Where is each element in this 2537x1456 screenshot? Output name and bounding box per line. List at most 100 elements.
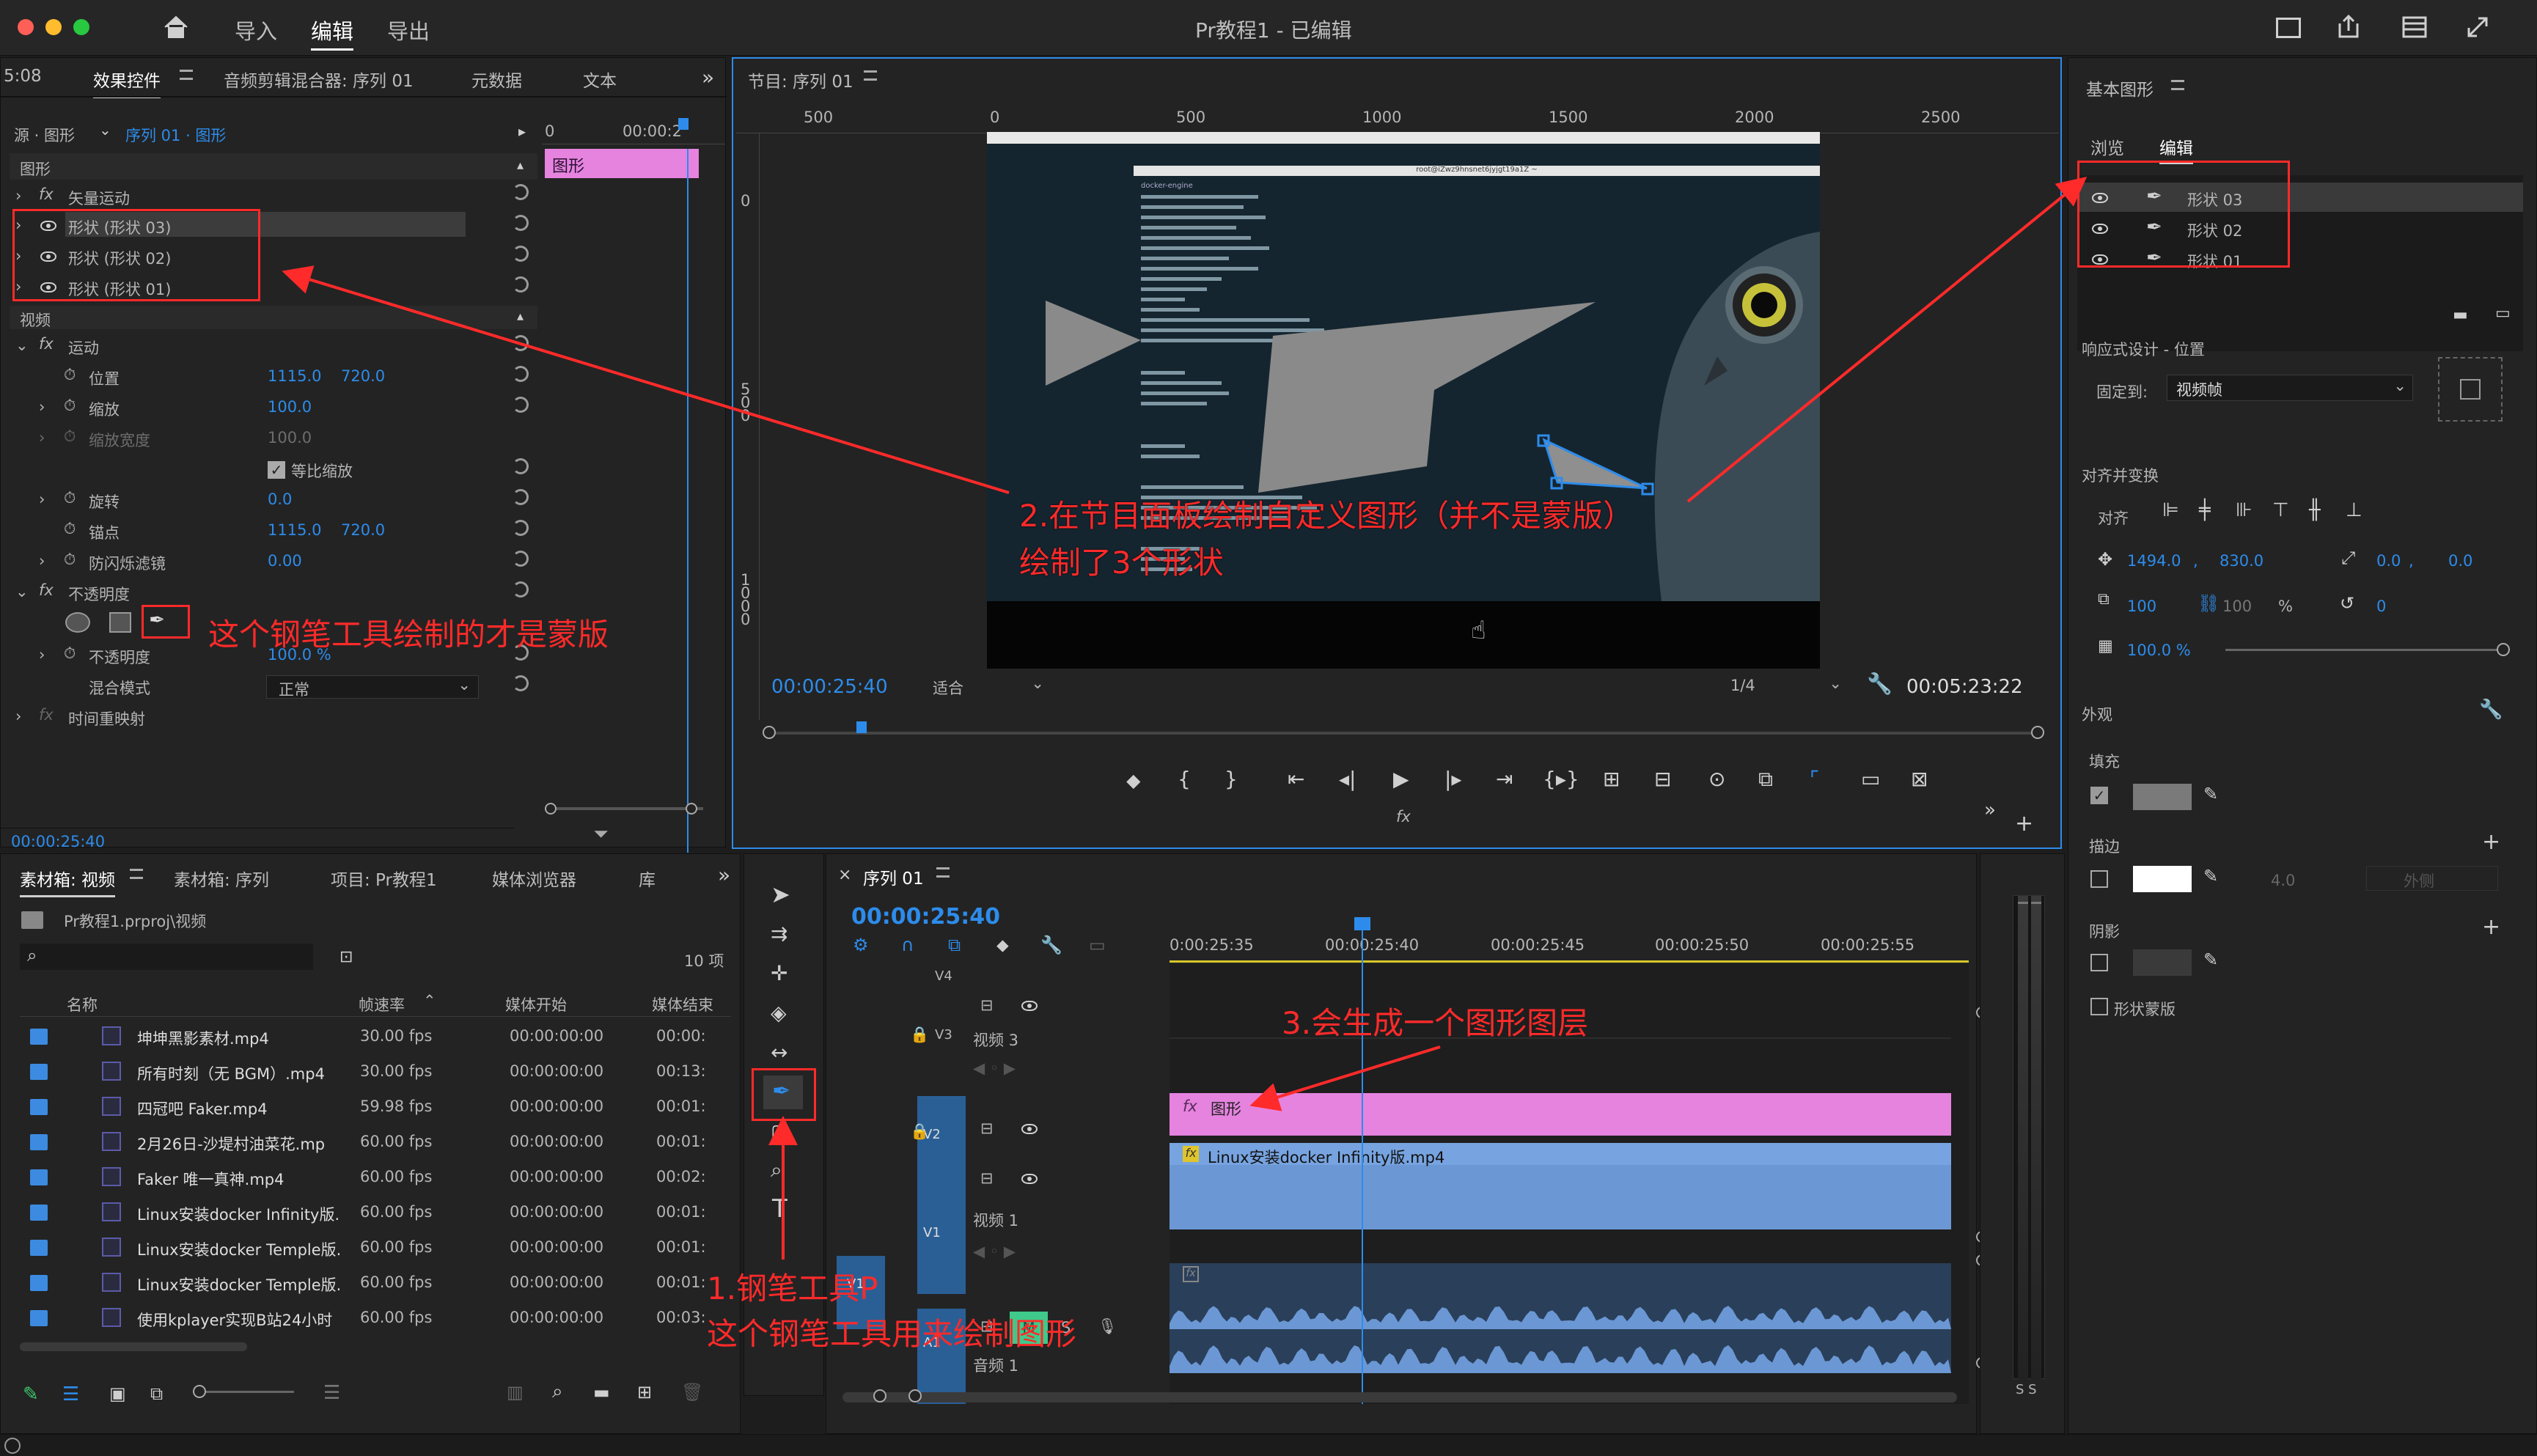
pencil-icon[interactable]: ✎ [23,1383,39,1405]
table-row[interactable]: 使用kplayer实现B站24小时 60.00 fps 00:00:00:00 00:… [20,1301,731,1334]
align-bottom-icon[interactable]: ⊥ [2346,499,2362,521]
rotation-value[interactable]: 0.0 [268,490,292,508]
blend-mode-select[interactable]: 正常 ⌄ [266,675,479,699]
captions-icon[interactable]: ▭ [1089,935,1106,955]
new-search-bin-icon[interactable]: ⊡ [339,948,353,966]
menu-edit[interactable]: 编辑 [311,15,354,51]
tab-browse[interactable]: 浏览 [2090,134,2124,159]
sort-icon[interactable]: ☰ [323,1382,340,1404]
stroke-color-swatch[interactable] [2133,866,2192,892]
table-row[interactable]: 四冠吧 Faker.mp4 59.98 fps 00:00:00:00 00:01: [20,1090,731,1122]
track-select-tool-icon[interactable]: ⇉ [771,922,787,946]
fill-color-swatch[interactable] [2133,784,2192,810]
stopwatch-icon[interactable]: ⏱ [64,644,76,663]
stopwatch-icon[interactable]: ⏱ [64,489,76,507]
shadow-checkbox[interactable] [2090,954,2108,971]
creative-cloud-icon[interactable] [4,1438,21,1454]
label-color-icon[interactable] [30,1099,48,1115]
minimize-window-button[interactable] [45,19,62,35]
project-scrollbar[interactable] [20,1342,247,1351]
column-media-end[interactable]: 媒体结束 [652,993,713,1015]
tab-metadata[interactable]: 元数据 [471,67,522,92]
panel-menu-icon[interactable] [130,869,143,879]
step-back-icon[interactable]: ◂| [1339,767,1356,791]
label-color-icon[interactable] [30,1064,48,1080]
add-marker-icon[interactable]: ⬥ [1126,768,1141,793]
reset-icon[interactable] [513,184,529,200]
list-view-icon[interactable]: ☰ [62,1383,79,1405]
freeform-view-icon[interactable]: ⧉ [150,1383,163,1404]
slip-tool-icon[interactable]: ↔ [771,1040,787,1065]
reset-icon[interactable] [513,520,529,536]
eye-icon[interactable] [1021,1174,1038,1184]
more-tabs-icon[interactable]: » [718,863,730,887]
eyedropper-icon[interactable]: ✎ [2203,866,2218,886]
eye-icon[interactable] [1021,1001,1038,1011]
new-layer-icon[interactable]: ▭ [2495,304,2511,323]
tab-project[interactable]: 项目: Pr教程1 [331,866,437,891]
project-search-input[interactable]: ⌕ [20,944,313,970]
shape-mask-checkbox[interactable] [2090,998,2108,1015]
more-buttons-icon[interactable]: » [1984,799,1996,821]
timeline-timecode[interactable]: 00:00:25:40 [851,904,1000,930]
align-top-icon[interactable]: ⊤ [2272,499,2289,521]
mark-in-icon[interactable]: { [1178,767,1191,791]
snap-icon[interactable]: ⚙ [853,935,869,955]
wrench-icon[interactable]: 🔧 [1040,935,1062,955]
timeline-playhead[interactable] [1362,923,1363,1404]
align-middle-icon[interactable]: ╫ [2309,499,2321,521]
filter-icon[interactable]: ⏷ [593,823,609,846]
razor-tool-icon[interactable]: ◈ [771,1001,787,1025]
hand-tool-icon[interactable]: ⌕ [771,1158,782,1183]
mini-timeline-ruler[interactable]: 0 00:00:2 [542,115,725,144]
column-media-start[interactable]: 媒体开始 [505,993,567,1015]
go-to-out-icon[interactable]: ⇥ [1496,767,1513,791]
flicker-value[interactable]: 0.00 [268,552,302,570]
zoom-slider[interactable] [193,1385,294,1398]
type-tool-icon[interactable]: T [772,1194,787,1224]
table-row[interactable]: Linux安装docker Temple版. 60.00 fps 00:00:00:… [20,1266,731,1298]
stopwatch-icon[interactable]: ⏱ [64,397,76,415]
new-folder-icon[interactable]: ▬ [2453,306,2468,324]
reset-icon[interactable] [513,397,529,413]
video-clip[interactable]: fx Linux安装docker Infinity版.mp4 [1170,1143,1951,1229]
zoom-window-button[interactable] [73,19,89,35]
share-icon[interactable] [2338,14,2360,38]
opacity-slider[interactable] [2225,643,2510,656]
position-y-value[interactable]: 830.0 [2220,552,2264,570]
more-tabs-icon[interactable]: » [702,65,714,89]
solo-meter-buttons[interactable]: S S [2016,1382,2037,1397]
shadow-color-swatch[interactable] [2133,949,2192,976]
align-center-icon[interactable]: ╪ [2199,499,2211,521]
pin-edges-widget[interactable] [2438,357,2503,422]
reset-icon[interactable] [513,458,529,474]
essential-graphics-title[interactable]: 基本图形 [2086,76,2154,100]
anchor-x-value[interactable]: 0.0 [2376,552,2401,570]
microphone-icon[interactable]: 🎙 [1098,1317,1117,1336]
program-video-frame[interactable]: root@iZwz9hnsnet6jyjgt19a1Z ~ docker-eng… [987,132,1820,669]
panels-icon[interactable] [2402,16,2427,38]
export-frame-icon[interactable]: ⊠ [1911,767,1928,791]
home-icon[interactable] [163,15,189,40]
eye-icon[interactable] [1021,1124,1038,1134]
comparison-view-icon[interactable]: ⧉ [1758,767,1773,792]
icon-view-icon[interactable]: ▣ [109,1383,126,1404]
fill-checkbox[interactable]: ✓ [2090,787,2108,804]
tab-bin-sequence[interactable]: 素材箱: 序列 [174,866,269,891]
label-color-icon[interactable] [30,1275,48,1291]
button-editor-icon[interactable]: + [2015,811,2033,837]
ripple-edit-tool-icon[interactable]: ✛ [771,961,787,985]
label-color-icon[interactable] [30,1134,48,1150]
eyedropper-icon[interactable]: ✎ [2203,949,2218,970]
table-row[interactable]: Linux安装docker Temple版. 60.00 fps 00:00:00:… [20,1231,731,1263]
align-buttons[interactable]: ⊫ ╪ ⊪ ⊤ ╫ ⊥ [2162,499,2404,524]
reset-icon[interactable] [513,581,529,598]
panel-menu-icon[interactable] [864,70,877,81]
play-icon[interactable]: ▶ [1393,767,1409,791]
opacity-value[interactable]: 100.0 % [2127,641,2191,659]
step-forward-icon[interactable]: |▸ [1444,767,1462,791]
stopwatch-icon[interactable]: ⏱ [64,366,76,384]
zoom-scrollbar[interactable] [545,807,703,810]
tab-bin-video[interactable]: 素材箱: 视频 [20,866,116,897]
vr-video-icon[interactable]: ▭ [1861,767,1880,791]
